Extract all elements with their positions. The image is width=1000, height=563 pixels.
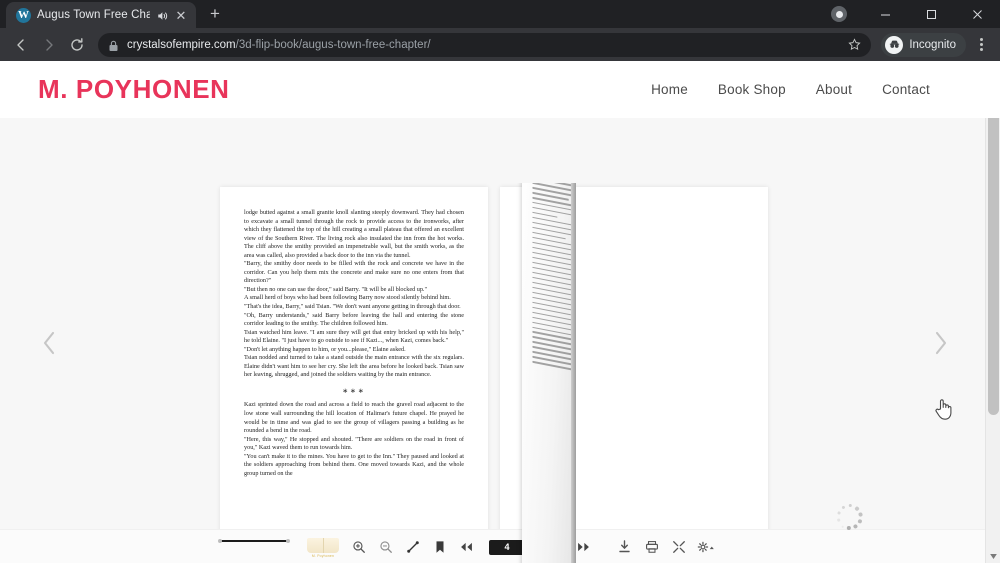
page-edge-shadow — [571, 183, 576, 563]
flipping-page-surface — [522, 183, 576, 563]
chevron-right-icon[interactable] — [925, 323, 955, 363]
slider-knob-start[interactable] — [218, 539, 222, 543]
page-paragraph: "Here, this way," He stopped and shouted… — [244, 435, 464, 452]
site-logo[interactable]: M. POYHONEN — [38, 74, 230, 105]
nav-home[interactable]: Home — [651, 82, 688, 97]
close-icon[interactable]: ✕ — [174, 8, 188, 22]
page-scrollbar[interactable] — [985, 61, 1000, 563]
settings-gear-icon[interactable] — [692, 530, 719, 563]
page-progress-slider[interactable] — [218, 539, 290, 543]
incognito-hat-icon — [885, 35, 904, 54]
minimize-button[interactable] — [862, 0, 908, 28]
book-stage: lodge butted against a small granite kno… — [220, 183, 863, 563]
book-thumbnail[interactable]: M. Poyhonen — [305, 536, 341, 560]
download-icon[interactable] — [611, 530, 638, 563]
wordpress-icon: W — [16, 7, 31, 23]
address-bar[interactable]: crystalsofempire.com/3d-flip-book/augus-… — [98, 32, 872, 57]
zoom-out-icon[interactable] — [372, 530, 399, 563]
book-page-left[interactable]: lodge butted against a small granite kno… — [220, 187, 488, 563]
incognito-label: Incognito — [909, 38, 956, 51]
flipping-page[interactable] — [484, 183, 576, 563]
url-path: /3d-flip-book/augus-town-free-chapter/ — [235, 38, 431, 51]
forward-arrow-icon — [36, 32, 62, 58]
kebab-menu-icon[interactable] — [970, 32, 992, 58]
profile-avatar-icon[interactable] — [816, 0, 862, 28]
tab-title: Augus Town Free Chapter - M — [37, 9, 150, 21]
scrollbar-thumb[interactable] — [988, 77, 999, 415]
page-paragraph: "You can't make it to the mines. You hav… — [244, 452, 464, 477]
scroll-down-icon[interactable] — [986, 549, 1000, 563]
address-bar-url: crystalsofempire.com/3d-flip-book/augus-… — [127, 39, 861, 51]
nav-about[interactable]: About — [816, 82, 852, 97]
browser-window: W Augus Town Free Chapter - M ✕ + — [0, 0, 1000, 563]
browser-tab[interactable]: W Augus Town Free Chapter - M ✕ — [6, 2, 196, 28]
page-viewport: M. POYHONEN Home Book Shop About Contact… — [0, 61, 1000, 563]
bookmark-icon[interactable] — [426, 530, 453, 563]
page-paragraph: "But then no one can use the door," said… — [244, 285, 428, 293]
print-icon[interactable] — [638, 530, 665, 563]
back-arrow-icon[interactable] — [8, 32, 34, 58]
site-header: M. POYHONEN Home Book Shop About Contact — [0, 61, 1000, 118]
site-navigation: Home Book Shop About Contact — [651, 82, 930, 97]
incognito-indicator[interactable]: Incognito — [881, 32, 966, 57]
fullscreen-icon[interactable] — [665, 530, 692, 563]
book-page-text: lodge butted against a small granite kno… — [244, 209, 464, 478]
flipbook-container: lodge butted against a small granite kno… — [0, 118, 985, 563]
page-paragraph: A small herd of boys who had been follow… — [244, 294, 451, 302]
book-cover-icon — [307, 538, 339, 553]
page-paragraph: lodge butted against a small granite kno… — [244, 209, 464, 259]
speaker-playing-icon[interactable] — [156, 9, 168, 21]
loading-spinner-icon — [836, 503, 863, 531]
tab-strip: W Augus Town Free Chapter - M ✕ + — [0, 0, 1000, 28]
chevron-left-icon[interactable] — [34, 323, 64, 363]
page-paragraph: "Don't let anything happen to him, or yo… — [244, 345, 406, 353]
page-paragraph: "Oh, Barry understands," said Barry befo… — [244, 311, 464, 328]
page-paragraph: Tsian watched him leave. "I am sure they… — [244, 328, 464, 345]
nav-contact[interactable]: Contact — [882, 82, 930, 97]
page-paragraph: Tsian nodded and turned to take a stand … — [244, 354, 464, 379]
page-paragraph: "That's the idea, Barry," said Tsian. "W… — [244, 303, 461, 311]
thumbnail-caption: M. Poyhonen — [311, 554, 335, 558]
url-domain: crystalsofempire.com — [127, 38, 236, 51]
nav-book-shop[interactable]: Book Shop — [718, 82, 786, 97]
flipping-page-text-lines — [532, 183, 576, 382]
fit-screen-icon[interactable] — [399, 530, 426, 563]
window-controls — [816, 0, 1000, 28]
first-page-icon[interactable] — [453, 530, 480, 563]
close-window-button[interactable] — [954, 0, 1000, 28]
slider-track — [219, 540, 289, 542]
page-paragraph: "Barry, the smithy door needs to be fill… — [244, 260, 464, 285]
bookmark-star-icon[interactable] — [843, 34, 865, 56]
zoom-in-icon[interactable] — [345, 530, 372, 563]
maximize-button[interactable] — [908, 0, 954, 28]
lock-icon — [108, 39, 119, 51]
slider-knob-end[interactable] — [286, 539, 290, 543]
reload-icon[interactable] — [64, 32, 90, 58]
paragraph-separator: ∗∗∗ — [342, 386, 366, 395]
browser-toolbar: crystalsofempire.com/3d-flip-book/augus-… — [0, 28, 1000, 61]
page-paragraph: Kazi sprinted down the road and across a… — [244, 401, 464, 435]
new-tab-button[interactable]: + — [202, 1, 228, 27]
